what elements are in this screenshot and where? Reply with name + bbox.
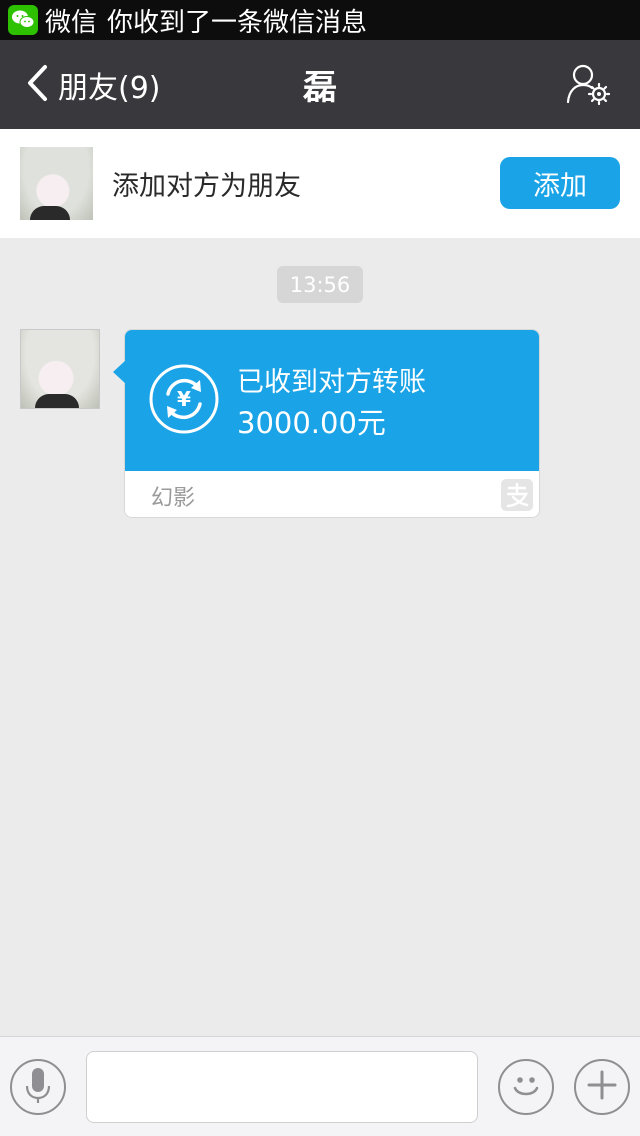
chat-title: 磊 (303, 68, 337, 108)
message-input[interactable] (86, 1051, 478, 1123)
contact-settings-button[interactable] (566, 62, 611, 106)
contact-settings-icon (566, 64, 611, 110)
message-timestamp: 13:56 (277, 266, 363, 303)
chevron-left-icon (26, 64, 48, 106)
wechat-logo-icon (8, 5, 38, 35)
transfer-card: ¥ 已收到对方转账 3000.00元 (125, 330, 539, 471)
back-label: 朋友(9) (58, 70, 161, 106)
yuan-transfer-icon: ¥ (149, 364, 219, 434)
add-friend-bar: 添加对方为朋友 添加 (0, 129, 640, 238)
transfer-status: 已收到对方转账 (237, 367, 426, 398)
avatar[interactable] (20, 147, 93, 220)
transfer-footer: 幻影 (125, 471, 539, 517)
voice-input-button[interactable] (10, 1059, 66, 1115)
alipay-icon (501, 479, 533, 511)
transfer-amount: 3000.00元 (237, 406, 386, 440)
transfer-message-bubble[interactable]: ¥ 已收到对方转账 3000.00元 幻影 (113, 329, 540, 518)
microphone-icon (23, 1066, 53, 1108)
sender-avatar[interactable] (20, 329, 100, 409)
more-options-button[interactable] (574, 1059, 630, 1115)
emoji-button[interactable] (498, 1059, 554, 1115)
notification-banner[interactable]: 微信 你收到了一条微信消息 (0, 0, 640, 40)
back-button[interactable]: 朋友(9) (26, 40, 161, 129)
add-friend-prompt: 添加对方为朋友 (112, 171, 301, 202)
add-friend-button[interactable]: 添加 (500, 157, 620, 209)
smiley-icon (506, 1065, 546, 1109)
svg-text:¥: ¥ (177, 387, 191, 411)
notification-message: 你收到了一条微信消息 (107, 7, 368, 38)
plus-icon (584, 1067, 620, 1107)
chat-input-bar (0, 1036, 640, 1136)
chat-titlebar: 朋友(9) 磊 (0, 40, 640, 129)
notification-app-name: 微信 (45, 7, 98, 38)
transfer-source: 幻影 (151, 486, 196, 511)
